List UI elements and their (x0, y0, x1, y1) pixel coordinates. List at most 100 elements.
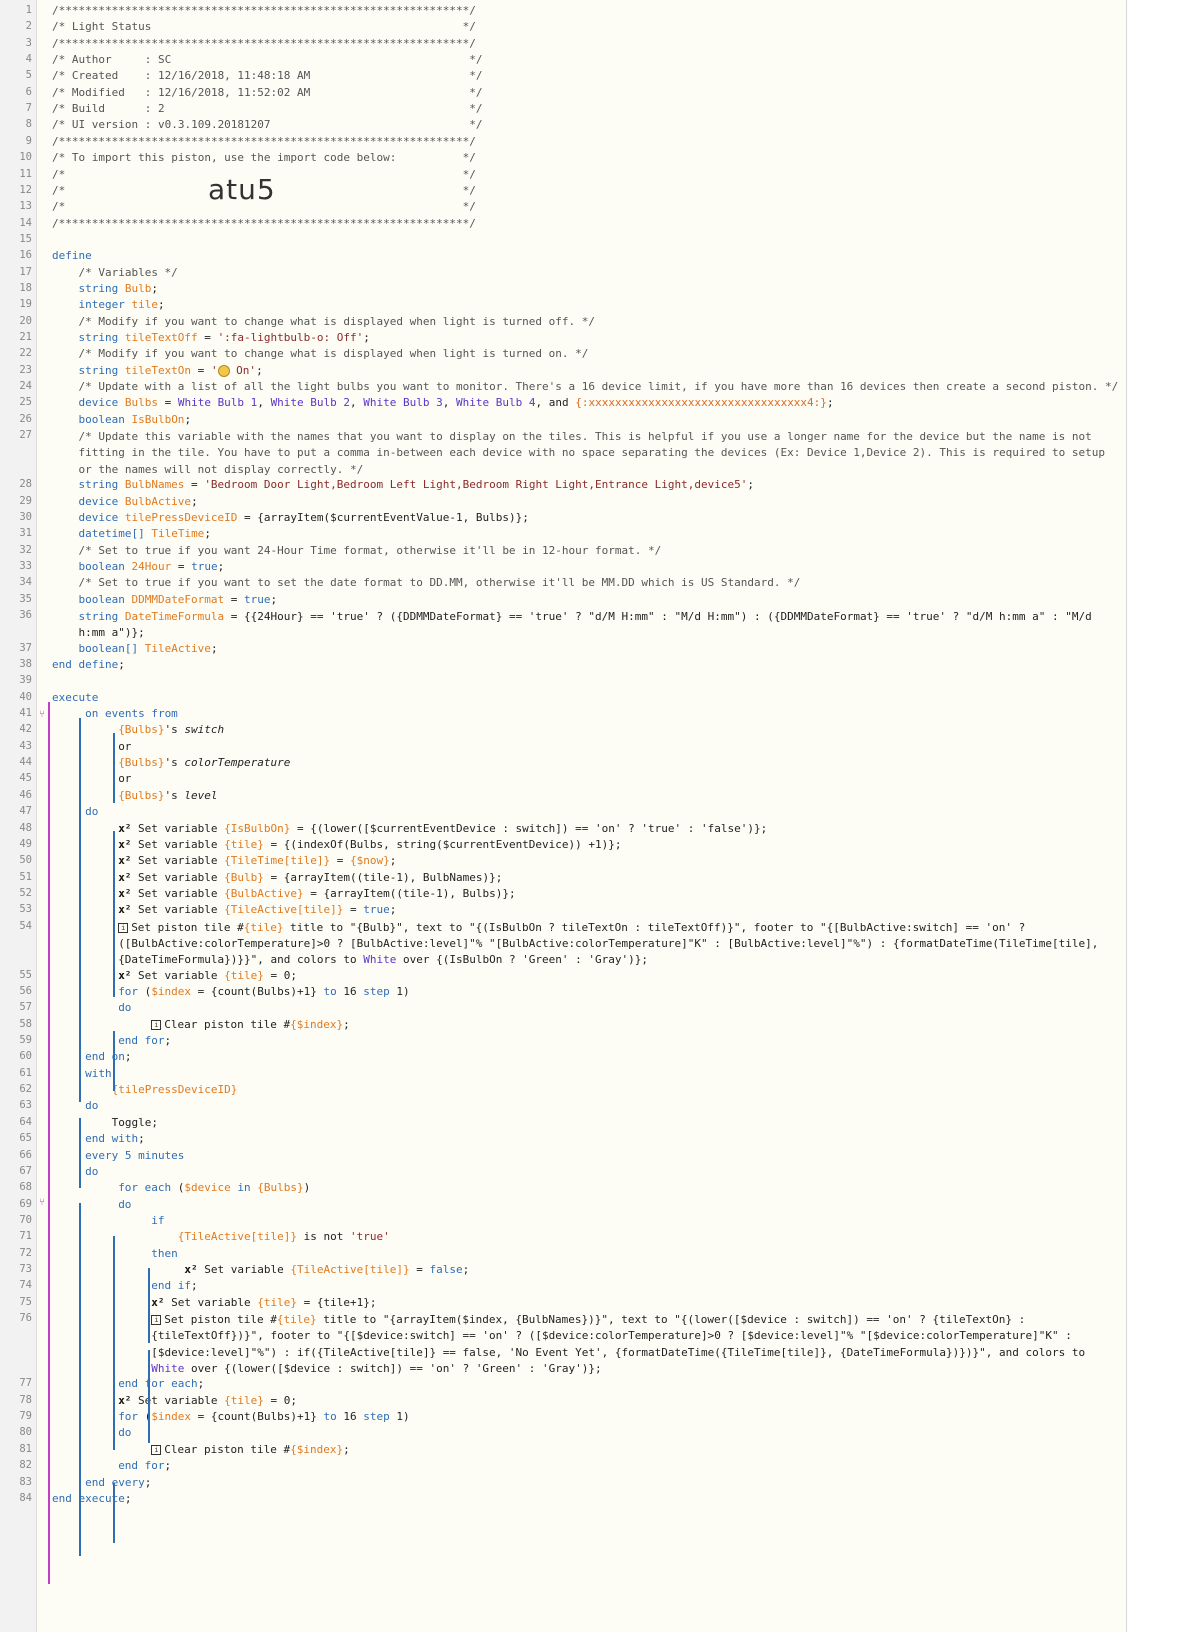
code-token: ; (343, 1017, 350, 1031)
code-token: /* Variables */ (78, 265, 178, 279)
code-token: /* Author : SC */ (52, 53, 483, 67)
line-number: 66 (19, 1148, 32, 1161)
code-line: Toggle; (112, 1116, 158, 1129)
line-number: 33 (19, 559, 32, 572)
line-number: 35 (19, 592, 32, 605)
code-token: or (118, 739, 132, 753)
code-token: /* Set to true if you want 24-Hour Time … (78, 543, 662, 557)
line-number: 72 (19, 1246, 32, 1259)
line-number: 62 (19, 1083, 32, 1096)
code-token: ; (197, 1377, 205, 1391)
code-token: boolean[] (78, 641, 145, 655)
code-token: Bulbs (124, 396, 158, 410)
code-line: /* To import this piston, use the import… (52, 151, 476, 164)
line-number: 22 (19, 347, 32, 360)
line-number: 21 (19, 331, 32, 343)
code-token: step (363, 1410, 390, 1424)
code-token: , (257, 396, 271, 410)
code-line: end for; (118, 1459, 171, 1472)
line-number: 3 (25, 36, 32, 49)
line-number: 18 (19, 281, 32, 294)
line-number: 16 (19, 249, 32, 262)
line-number: 61 (19, 1066, 32, 1079)
code-token: 's (164, 756, 185, 770)
code-token: {Bulbs} (118, 723, 165, 737)
code-token: {$index} (290, 1017, 344, 1031)
code-token: integer (78, 298, 132, 312)
block-bracket (113, 831, 115, 997)
code-token: {tilePressDeviceID} (111, 1083, 238, 1097)
code-token: {:xxxxxxxxxxxxxxxxxxxxxxxxxxxxxxxxx4:} (575, 396, 827, 410)
code-line: /* Modified : 12/16/2018, 11:52:02 AM */ (52, 86, 482, 99)
code-line: i Set piston tile #{tile} title to "{Bulb… (118, 920, 1120, 969)
code-line: /* Variables */ (78, 266, 177, 279)
code-token: for each (118, 1181, 172, 1195)
code-line: i Clear piston tile #{$index}; (151, 1442, 350, 1456)
code-token: BulbActive (124, 494, 192, 508)
info-square-icon: i (151, 1315, 162, 1325)
block-bracket (79, 1118, 81, 1188)
code-token: /* */ (52, 200, 476, 214)
code-token: for (118, 985, 139, 998)
code-line: boolean DDMMDateFormat = true; (78, 593, 277, 606)
code-token: 's (164, 723, 185, 737)
code-line: for each ($device in {Bulbs}) (118, 1181, 310, 1194)
line-number: 30 (19, 510, 32, 523)
code-token: Set variable (131, 1393, 225, 1407)
line-number: 77 (19, 1377, 32, 1390)
code-token: = {arrayItem((tile-1), Bulbs)}; (303, 886, 516, 900)
code-line: if (151, 1214, 164, 1227)
code-token: boolean (78, 559, 132, 573)
code-token: = (197, 331, 218, 344)
code-line: {Bulbs}'s switch (118, 723, 224, 736)
code-token: 16 (336, 985, 364, 998)
line-number: 8 (25, 118, 32, 131)
line-number: 29 (19, 494, 32, 507)
block-bracket (113, 733, 115, 803)
code-line: /* */ (52, 168, 476, 181)
code-token: ; (204, 527, 211, 541)
code-token: ' (210, 363, 218, 377)
code-token: ; (144, 1475, 152, 1489)
code-line: end execute; (52, 1492, 131, 1505)
attribute-name: level (184, 788, 218, 802)
code-token: then (151, 1246, 178, 1260)
set-variable-icon: x² (118, 821, 132, 835)
line-number: 48 (19, 821, 32, 834)
code-token: false (429, 1262, 463, 1276)
branch-flag-icon[interactable]: ⑂ (39, 709, 45, 720)
code-token: end for (118, 1034, 165, 1048)
branch-flag-icon[interactable]: ⑂ (39, 1197, 45, 1208)
code-token: execute (52, 690, 99, 704)
code-editor[interactable]: 1 2 3 4 5 6 7 8 9 10 11 12 13 14 15 16 17 18 19 20 21 22 23 24 2… (0, 0, 1127, 1632)
code-token: to (323, 1410, 337, 1424)
code-token: Set variable (131, 870, 225, 884)
code-line: end every; (85, 1476, 151, 1489)
code-token: do (118, 1001, 132, 1015)
code-token: Set variable (131, 837, 225, 851)
code-line: /* Light Status */ (52, 20, 476, 33)
code-line: boolean IsBulbOn; (78, 413, 191, 426)
code-line: /* Set to true if you want 24-Hour Time … (78, 544, 661, 557)
line-number: 12 (19, 183, 32, 196)
code-line: device Bulbs = White Bulb 1, White Bulb … (78, 396, 833, 409)
code-token: do (85, 1164, 99, 1178)
line-number: 6 (25, 85, 32, 98)
line-number: 27 (19, 429, 32, 442)
line-number: 40 (19, 690, 32, 703)
code-token: Set variable (197, 1262, 291, 1276)
code-token: /* Modify if you want to change what is … (78, 347, 589, 361)
code-token: = {arrayItem((tile-1), BulbNames)}; (263, 870, 503, 884)
code-token: White Bulb 2 (270, 396, 351, 410)
line-number: 1 (25, 4, 32, 16)
code-token: {$index} (290, 1442, 344, 1456)
code-token: ; (124, 1050, 132, 1064)
code-token: end if (151, 1279, 192, 1293)
code-token: 's (164, 788, 185, 802)
set-variable-icon: x² (151, 1295, 165, 1309)
code-token: ; (343, 1442, 350, 1456)
code-line: string Bulb; (78, 282, 157, 295)
line-number: 78 (19, 1393, 32, 1406)
line-number: 49 (19, 837, 32, 850)
info-square-icon: i (118, 922, 129, 933)
